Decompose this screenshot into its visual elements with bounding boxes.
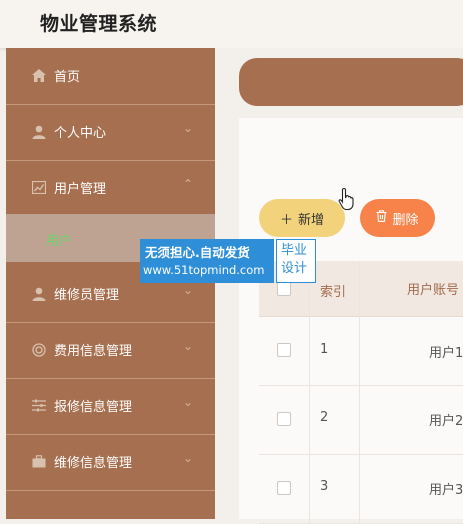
sidebar-item-label: 个人中心: [54, 126, 107, 141]
watermark-badge: 无须担心.自动发货 www.51topmind.com: [140, 239, 274, 283]
row-account: 用户2: [429, 414, 463, 429]
top-header: 物业管理系统: [0, 0, 463, 49]
plus-icon: ＋: [279, 212, 293, 228]
watermark-tag: 毕业设计: [276, 239, 316, 283]
sidebar-item-personal-center[interactable]: 个人中心 ⌄: [6, 104, 215, 161]
chevron-down-icon: ⌄: [182, 451, 193, 465]
table-row[interactable]: 2 用户2: [259, 385, 463, 455]
briefcase-icon: [31, 454, 46, 469]
watermark-line1: 无须担心.自动发货: [145, 245, 250, 260]
select-all-checkbox[interactable]: [277, 282, 291, 296]
main-content: ＋ 新增 删除 索引 用户账号 1 用户1 2 用户2 3 用户3: [215, 48, 463, 524]
breadcrumb-banner: [239, 58, 463, 106]
row-account: 用户3: [429, 483, 463, 498]
sidebar-item-fee-management[interactable]: 费用信息管理 ⌄: [6, 322, 215, 379]
sidebar-item-label: 用户管理: [54, 182, 107, 197]
chart-icon: [31, 180, 46, 195]
person-icon: [31, 286, 46, 301]
row-checkbox[interactable]: [277, 481, 291, 495]
circle-icon: [31, 342, 46, 357]
add-button-label: 新增: [298, 212, 325, 228]
chevron-down-icon: ⌄: [182, 283, 193, 297]
add-button[interactable]: ＋ 新增: [259, 199, 345, 237]
delete-button-label: 删除: [392, 212, 419, 228]
sidebar-item-repair-info-management[interactable]: 维修信息管理 ⌄: [6, 434, 215, 491]
sidebar-item-label: 维修员管理: [54, 288, 120, 303]
sidebar-item-home[interactable]: 首页: [6, 48, 215, 105]
sidebar-item-label: 首页: [54, 70, 81, 85]
sidebar: 首页 个人中心 ⌄ 用户管理 ⌃ 用户 维修员管理 ⌄ 费用信息管理 ⌄ 报修信…: [6, 48, 215, 519]
sidebar-item-label: 报修信息管理: [54, 400, 133, 415]
trash-icon: [376, 210, 387, 226]
row-checkbox[interactable]: [277, 343, 291, 357]
header-index: 索引: [320, 285, 347, 300]
chevron-down-icon: ⌄: [182, 339, 193, 353]
sliders-icon: [31, 398, 46, 413]
chevron-up-icon: ⌃: [182, 177, 193, 191]
row-index: 2: [320, 410, 329, 425]
table-row[interactable]: 3 用户3: [259, 454, 463, 524]
sidebar-item-repair-request-management[interactable]: 报修信息管理 ⌄: [6, 378, 215, 435]
sidebar-item-user-management[interactable]: 用户管理 ⌃: [6, 160, 215, 217]
watermark: 无须担心.自动发货 www.51topmind.com 毕业设计: [140, 239, 316, 283]
row-checkbox[interactable]: [277, 412, 291, 426]
row-account: 用户1: [429, 346, 463, 361]
sidebar-subitem-label: 用户: [46, 234, 73, 249]
header-account[interactable]: 用户账号: [407, 279, 459, 298]
sidebar-item-label: 维修信息管理: [54, 456, 133, 471]
watermark-line2: www.51topmind.com: [143, 263, 265, 277]
home-icon: [31, 68, 46, 83]
delete-button[interactable]: 删除: [360, 199, 435, 237]
sidebar-item-label: 费用信息管理: [54, 344, 133, 359]
row-index: 1: [320, 342, 329, 357]
hand-cursor-icon: [338, 187, 354, 211]
person-icon: [31, 124, 46, 139]
app-title: 物业管理系统: [40, 13, 158, 35]
chevron-down-icon: ⌄: [182, 395, 193, 409]
table-row[interactable]: 1 用户1: [259, 316, 463, 386]
row-index: 3: [320, 479, 329, 494]
chevron-down-icon: ⌄: [182, 121, 193, 135]
